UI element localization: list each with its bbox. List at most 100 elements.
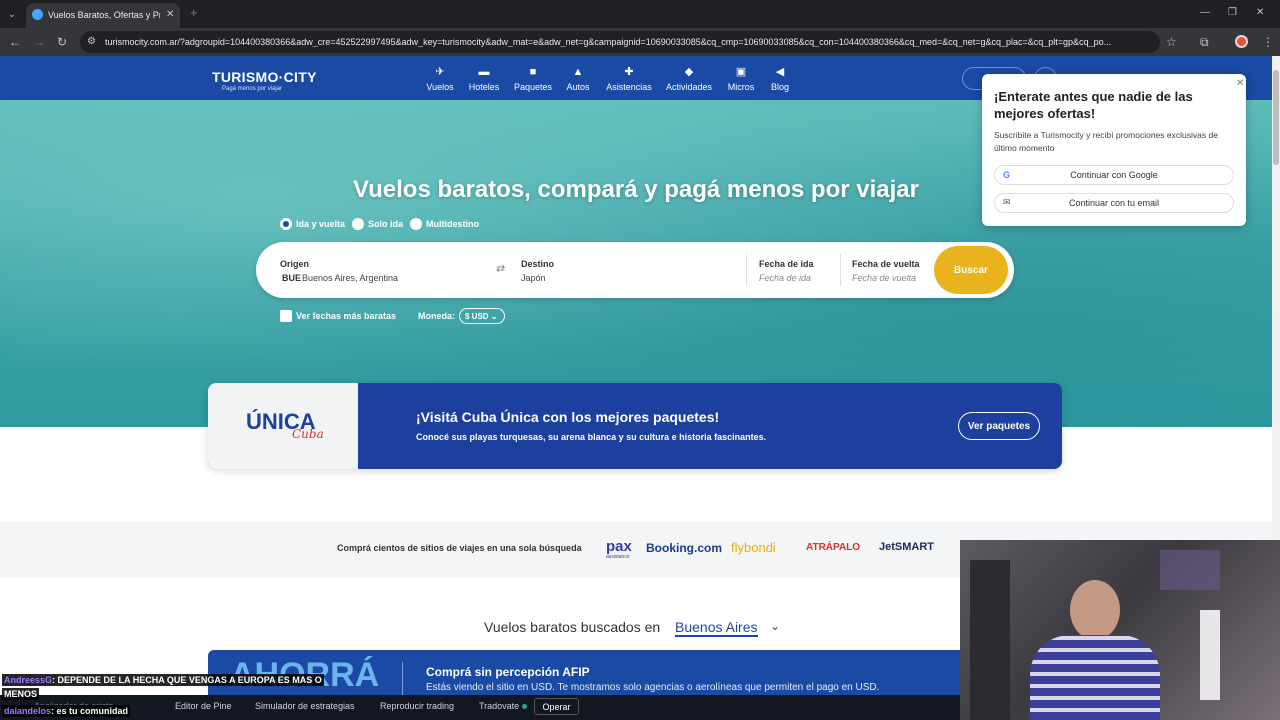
chat-message: AndreessG: DEPENDE DE LA HECHA QUE VENGA… — [2, 674, 324, 686]
search-button[interactable]: Buscar — [934, 246, 1008, 294]
currency-label: Moneda: — [418, 311, 455, 321]
bookmark-star-icon[interactable]: ☆ — [1166, 36, 1177, 48]
nav-vuelos[interactable]: ✈ Vuelos — [424, 66, 456, 92]
pax-logo-sub: assistance — [606, 554, 630, 560]
reload-icon[interactable]: ↻ — [57, 36, 67, 48]
bus-icon: ▣ — [735, 66, 747, 78]
chevron-down-icon: ⌄ — [490, 312, 498, 321]
continue-email-button[interactable]: ✉ Continuar con tu email — [994, 193, 1234, 213]
cuba-title: ¡Visitá Cuba Única con los mejores paque… — [416, 409, 720, 425]
afip-title: Comprá sin percepción AFIP — [426, 665, 590, 679]
car-icon: ▲ — [572, 66, 584, 78]
forward-icon[interactable]: → — [33, 36, 45, 48]
nav-micros[interactable]: ▣ Micros — [724, 66, 758, 92]
operar-button[interactable]: Operar — [534, 698, 579, 715]
trip-type-roundtrip[interactable]: Ida y vuelta — [280, 218, 345, 230]
trip-type-oneway[interactable]: Solo ida — [352, 218, 403, 230]
cuba-subtitle: Conocé sus playas turquesas, su arena bl… — [416, 432, 767, 442]
close-icon[interactable]: ✕ — [1236, 78, 1244, 89]
newsletter-popup: ✕ ¡Enterate antes que nadie de las mejor… — [982, 74, 1246, 226]
maximize-icon[interactable]: ❐ — [1228, 7, 1237, 19]
nav-asistencias[interactable]: ✚ Asistencias — [602, 66, 656, 92]
medkit-icon: ✚ — [624, 66, 634, 78]
atrapalo-logo: ATRÁPALO — [806, 542, 861, 553]
trip-type-multicity[interactable]: Multidestino — [410, 218, 479, 230]
bottom-bar-item[interactable]: Simulador de estrategias — [255, 701, 355, 711]
site-tagline: Pagá menos por viajar — [222, 86, 283, 92]
cheap-dates-checkbox[interactable] — [280, 310, 292, 322]
banner-slant — [338, 383, 358, 469]
webcam-person-body — [1030, 635, 1160, 720]
popup-text: Suscribite a Turismocity y recibí promoc… — [994, 130, 1218, 153]
nav-hoteles[interactable]: ▬ Hoteles — [466, 66, 502, 92]
address-bar[interactable]: ⚙ turismocity.com.ar/?adgroupid=10440038… — [80, 31, 1160, 53]
return-date-field[interactable]: Fecha de vuelta — [852, 273, 916, 283]
return-label: Fecha de vuelta — [852, 259, 920, 269]
swap-icon[interactable]: ⇄ — [496, 262, 505, 275]
chat-message: daiandelos: es tu comunidad — [2, 705, 131, 717]
browser-tab[interactable]: Vuelos Baratos, Ofertas y Prom ✕ — [26, 3, 180, 28]
favicon-icon — [32, 9, 43, 20]
webcam-person-head — [1070, 580, 1120, 640]
radio-icon — [352, 218, 364, 230]
origin-code: BUE — [282, 273, 302, 283]
webcam-overlay — [960, 540, 1280, 720]
chevron-down-icon[interactable]: ⌄ — [770, 619, 780, 633]
compare-text: Comprá cientos de sitios de viajes en un… — [337, 543, 582, 553]
booking-logo: Booking.com — [646, 541, 723, 555]
scrollbar-thumb[interactable] — [1273, 70, 1279, 165]
pax-logo: pax — [606, 538, 632, 555]
tab-title: Vuelos Baratos, Ofertas y Prom — [48, 10, 160, 20]
nav-paquetes[interactable]: ■ Paquetes — [512, 66, 554, 92]
depart-label: Fecha de ida — [759, 259, 814, 269]
currency-select[interactable]: $ USD ⌄ — [459, 308, 505, 324]
radio-icon — [410, 218, 422, 230]
radio-selected-icon — [280, 218, 292, 230]
origin-label: Origen — [280, 259, 310, 269]
tab-search-icon[interactable]: ⌄ — [8, 8, 16, 20]
cuba-logo-script: Cuba — [292, 427, 324, 441]
megaphone-icon: ◀ — [775, 66, 785, 78]
origin-value: Buenos Aires, Argentina — [302, 273, 399, 283]
plane-icon: ✈ — [435, 66, 445, 78]
jetsmart-logo: JetSMART — [879, 541, 935, 553]
mail-icon: ✉ — [1003, 197, 1011, 207]
bottom-bar-item[interactable]: Reproducir trading — [380, 701, 454, 711]
close-tab-icon[interactable]: ✕ — [166, 9, 174, 21]
ver-paquetes-button[interactable]: Ver paquetes — [958, 412, 1040, 440]
cheap-flights-heading: Vuelos baratos buscados en — [484, 619, 661, 635]
destination-field[interactable]: Japón — [521, 273, 546, 283]
close-window-icon[interactable]: ✕ — [1256, 7, 1264, 19]
back-icon[interactable]: ← — [9, 36, 21, 48]
depart-date-field[interactable]: Fecha de ida — [759, 273, 811, 283]
field-divider — [746, 254, 747, 286]
webcam-furniture — [1200, 610, 1220, 700]
field-divider — [840, 254, 841, 286]
extensions-icon[interactable]: ⧉ — [1200, 36, 1209, 48]
bottom-bar-item[interactable]: Editor de Pine — [175, 701, 232, 711]
nav-autos[interactable]: ▲ Autos — [564, 66, 592, 92]
status-dot-icon — [522, 704, 527, 709]
profile-avatar[interactable] — [1235, 35, 1248, 48]
origin-field[interactable]: BUE Buenos Aires, Argentina — [282, 273, 482, 285]
popup-title: ¡Enterate antes que nadie de las mejores… — [994, 89, 1193, 121]
webcam-door — [970, 560, 1010, 720]
site-logo[interactable]: TURISMO·CITY — [212, 69, 317, 85]
site-info-icon[interactable]: ⚙ — [87, 36, 96, 48]
suitcase-icon: ■ — [529, 66, 537, 78]
menu-dots-icon[interactable]: ⋮ — [1262, 36, 1274, 48]
cuba-promo-banner[interactable]: ÚNICA Cuba ¡Visitá Cuba Única con los me… — [208, 383, 1062, 469]
flight-search-box: Origen BUE Buenos Aires, Argentina ⇄ Des… — [256, 242, 1014, 298]
cheap-dates-label: Ver fechas más baratas — [296, 311, 397, 321]
bed-icon: ▬ — [478, 66, 490, 78]
new-tab-icon[interactable]: + — [190, 6, 198, 19]
city-selector[interactable]: Buenos Aires — [675, 619, 758, 637]
bottom-bar-item[interactable]: Tradovate — [479, 701, 519, 711]
continue-google-button[interactable]: G Continuar con Google — [994, 165, 1234, 185]
nav-blog[interactable]: ◀ Blog — [766, 66, 794, 92]
webcam-window — [1160, 550, 1220, 590]
afip-text: Estás viendo el sitio en USD. Te mostram… — [426, 682, 880, 693]
nav-actividades[interactable]: ◆ Actividades — [664, 66, 714, 92]
url-text: turismocity.com.ar/?adgroupid=1044003803… — [105, 37, 1112, 47]
minimize-icon[interactable]: — — [1200, 7, 1210, 19]
